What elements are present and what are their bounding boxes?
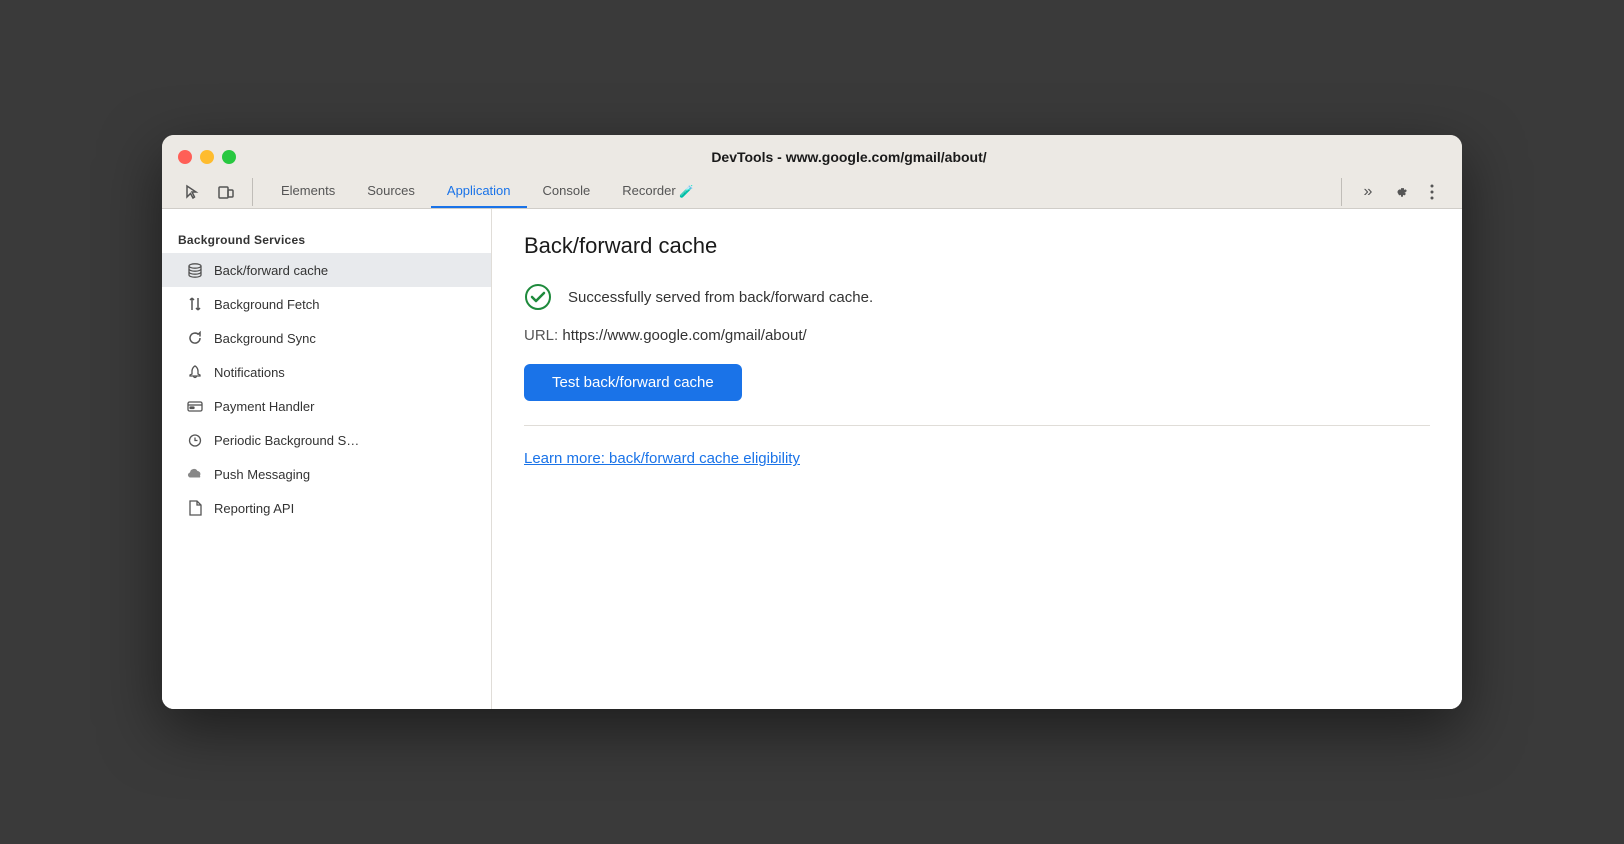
- toolbar-icons: [178, 178, 253, 206]
- sidebar-item-payment-handler[interactable]: Payment Handler: [162, 389, 491, 423]
- sidebar-section-title: Background Services: [162, 225, 491, 253]
- bell-icon: [186, 363, 204, 381]
- tab-application[interactable]: Application: [431, 175, 527, 208]
- content-title: Back/forward cache: [524, 233, 1430, 259]
- url-row: URL: https://www.google.com/gmail/about/: [524, 327, 1430, 344]
- traffic-lights: [178, 150, 236, 164]
- close-button[interactable]: [178, 150, 192, 164]
- recorder-flask-icon: 🧪: [679, 184, 694, 198]
- clock-icon: [186, 431, 204, 449]
- tab-sources[interactable]: Sources: [351, 175, 431, 208]
- tab-recorder[interactable]: Recorder 🧪: [606, 175, 710, 209]
- sidebar-item-notifications[interactable]: Notifications: [162, 355, 491, 389]
- url-label: URL:: [524, 327, 558, 344]
- sidebar-item-label: Reporting API: [214, 501, 294, 516]
- sidebar-item-periodic-background-sync[interactable]: Periodic Background S…: [162, 423, 491, 457]
- test-back-forward-cache-button[interactable]: Test back/forward cache: [524, 364, 742, 401]
- cloud-icon: [186, 465, 204, 483]
- database-icon: [186, 261, 204, 279]
- settings-button[interactable]: [1386, 178, 1414, 206]
- success-text: Successfully served from back/forward ca…: [568, 289, 873, 306]
- sidebar-item-label: Back/forward cache: [214, 263, 328, 278]
- learn-more-section: Learn more: back/forward cache eligibili…: [524, 450, 1430, 468]
- document-icon: [186, 499, 204, 517]
- arrows-up-down-icon: [186, 295, 204, 313]
- sidebar-item-background-fetch[interactable]: Background Fetch: [162, 287, 491, 321]
- content-panel: Back/forward cache Successfully served f…: [492, 209, 1462, 709]
- cache-status-section: Successfully served from back/forward ca…: [524, 283, 1430, 426]
- toolbar-right: »: [1341, 178, 1446, 206]
- more-options-button[interactable]: [1418, 178, 1446, 206]
- tabs: Elements Sources Application Console Rec…: [265, 175, 1329, 209]
- maximize-button[interactable]: [222, 150, 236, 164]
- main-content: Background Services Back/forward cache: [162, 209, 1462, 709]
- toolbar: Elements Sources Application Console Rec…: [178, 175, 1446, 209]
- sidebar: Background Services Back/forward cache: [162, 209, 492, 709]
- device-toolbar-icon-button[interactable]: [212, 178, 240, 206]
- tab-elements[interactable]: Elements: [265, 175, 351, 208]
- sidebar-item-label: Background Fetch: [214, 297, 320, 312]
- minimize-button[interactable]: [200, 150, 214, 164]
- success-checkmark-icon: [524, 283, 552, 311]
- sidebar-item-label: Periodic Background S…: [214, 433, 359, 448]
- titlebar: DevTools - www.google.com/gmail/about/ E…: [162, 135, 1462, 210]
- learn-more-link[interactable]: Learn more: back/forward cache eligibili…: [524, 450, 800, 467]
- sidebar-item-push-messaging[interactable]: Push Messaging: [162, 457, 491, 491]
- card-icon: [186, 397, 204, 415]
- sidebar-item-reporting-api[interactable]: Reporting API: [162, 491, 491, 525]
- sync-icon: [186, 329, 204, 347]
- sidebar-item-label: Background Sync: [214, 331, 316, 346]
- sidebar-item-label: Push Messaging: [214, 467, 310, 482]
- url-value: https://www.google.com/gmail/about/: [562, 327, 806, 344]
- cursor-icon-button[interactable]: [178, 178, 206, 206]
- window-title: DevTools - www.google.com/gmail/about/: [252, 149, 1446, 165]
- more-tabs-button[interactable]: »: [1354, 178, 1382, 206]
- sidebar-item-label: Notifications: [214, 365, 285, 380]
- sidebar-item-back-forward-cache[interactable]: Back/forward cache: [162, 253, 491, 287]
- tab-console[interactable]: Console: [527, 175, 607, 208]
- sidebar-item-background-sync[interactable]: Background Sync: [162, 321, 491, 355]
- sidebar-item-label: Payment Handler: [214, 399, 314, 414]
- devtools-window: DevTools - www.google.com/gmail/about/ E…: [162, 135, 1462, 710]
- success-row: Successfully served from back/forward ca…: [524, 283, 1430, 311]
